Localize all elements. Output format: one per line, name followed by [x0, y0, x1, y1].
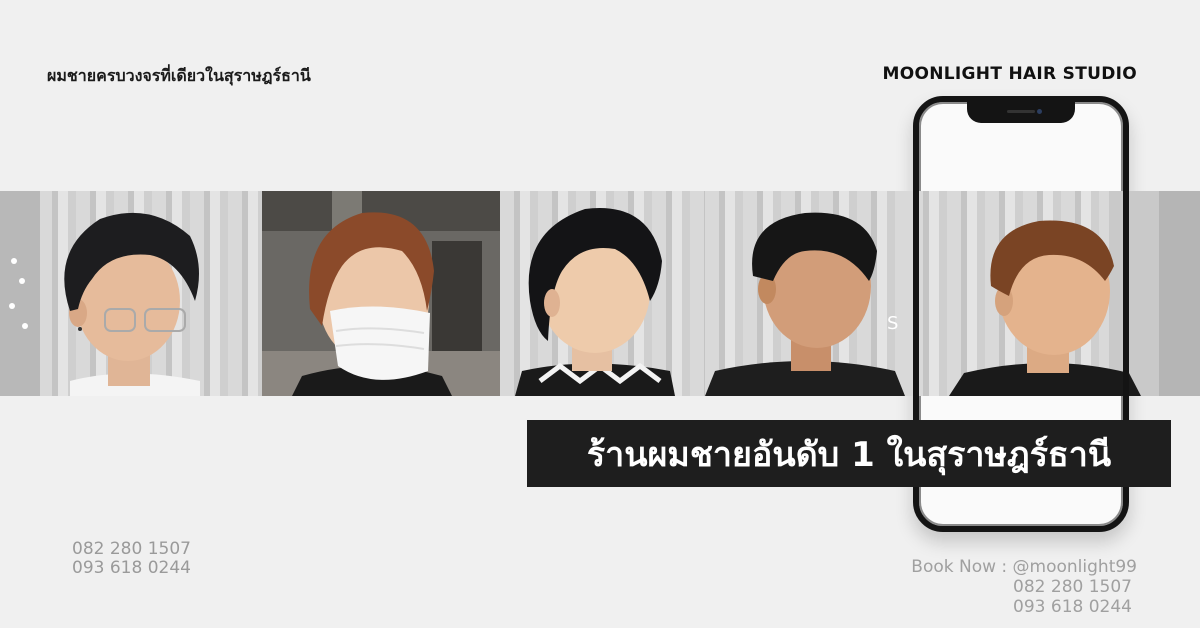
phone-number[interactable]: 093 618 0244 — [72, 559, 191, 578]
phone-notch — [967, 101, 1075, 123]
phone-number[interactable]: 082 280 1507 — [911, 577, 1137, 597]
photo-5 — [909, 191, 1200, 396]
headline-banner: ร้านผมชายอันดับ 1 ในสุราษฎร์ธานี — [527, 420, 1171, 487]
photo-2 — [262, 191, 500, 396]
phone-number[interactable]: 093 618 0244 — [911, 597, 1137, 617]
booking-info: Book Now : @moonlight99 082 280 1507 093… — [911, 557, 1137, 617]
svg-text:S: S — [887, 313, 898, 334]
photo-strip: S — [0, 191, 1200, 396]
contact-phones-left: 082 280 1507 093 618 0244 — [72, 540, 191, 578]
brand-name: MOONLIGHT HAIR STUDIO — [882, 64, 1137, 84]
booking-label[interactable]: Book Now : @moonlight99 — [911, 557, 1137, 577]
tagline: ผมชายครบวงจรที่เดียวในสุราษฎร์ธานี — [47, 66, 311, 85]
photo-3 — [500, 191, 705, 396]
camera-icon — [1037, 109, 1042, 114]
phone-number[interactable]: 082 280 1507 — [72, 540, 191, 559]
photo-1 — [0, 191, 262, 396]
photo-4: S — [705, 191, 909, 396]
speaker-icon — [1007, 110, 1035, 113]
